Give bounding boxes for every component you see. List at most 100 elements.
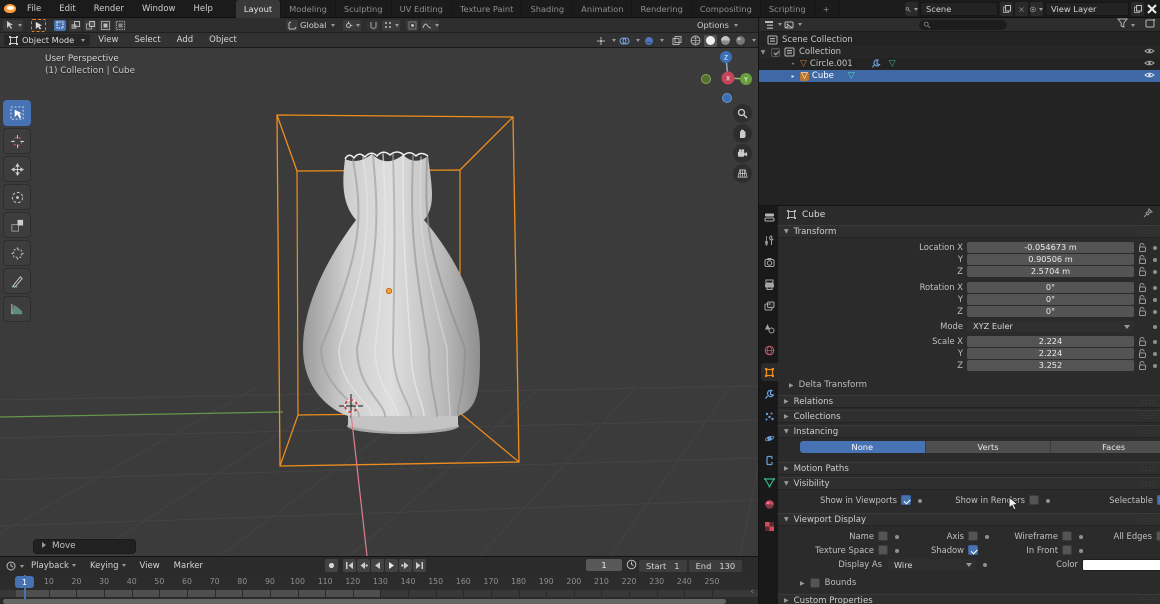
collection-checkbox[interactable] bbox=[771, 48, 780, 57]
lock-icon[interactable] bbox=[1138, 255, 1147, 265]
outliner-filter-id-icon[interactable] bbox=[782, 19, 795, 31]
play-reverse-button[interactable] bbox=[371, 559, 384, 572]
tab-render[interactable] bbox=[761, 253, 778, 271]
panel-motion-paths[interactable]: ▶Motion Paths:::: bbox=[778, 462, 1160, 475]
outliner-row-cube[interactable]: ▸ ▽ Cube ▽ bbox=[759, 70, 1160, 82]
menu-help[interactable]: Help bbox=[184, 0, 221, 18]
instancing-verts-button[interactable]: Verts bbox=[926, 441, 1052, 453]
menu-view[interactable]: View bbox=[90, 35, 126, 45]
tab-output[interactable] bbox=[761, 275, 778, 293]
window-close-icon[interactable] bbox=[1146, 3, 1158, 15]
animate-decorator[interactable] bbox=[1153, 340, 1157, 344]
snap-magnet-icon[interactable] bbox=[367, 20, 379, 31]
menu-object[interactable]: Object bbox=[201, 35, 245, 45]
overlays-caret[interactable] bbox=[636, 39, 640, 42]
lock-icon[interactable] bbox=[1138, 349, 1147, 359]
panel-delta-transform[interactable]: ▶Delta Transform bbox=[789, 380, 867, 390]
view-layer-field[interactable]: View Layer bbox=[1045, 2, 1129, 16]
pan-view-button[interactable] bbox=[733, 124, 752, 143]
play-button[interactable] bbox=[385, 559, 398, 572]
jump-to-end-button[interactable] bbox=[413, 559, 426, 572]
tab-modifiers[interactable] bbox=[761, 385, 778, 403]
outliner-search-input[interactable] bbox=[919, 20, 1007, 30]
frame-end-field[interactable]: End130 bbox=[689, 560, 743, 572]
panel-relations[interactable]: ▶Relations:::: bbox=[778, 395, 1160, 408]
breadcrumb-object-name[interactable]: Cube bbox=[802, 210, 825, 220]
xray-dropdown-icon[interactable] bbox=[642, 35, 655, 47]
lock-icon[interactable] bbox=[1138, 307, 1147, 317]
shading-wireframe-icon[interactable] bbox=[689, 35, 702, 47]
snap-target-icon[interactable] bbox=[382, 20, 400, 31]
panel-visibility[interactable]: ▼Visibility:::: bbox=[778, 477, 1160, 490]
jump-to-start-button[interactable] bbox=[343, 559, 356, 572]
tab-layout[interactable]: Layout bbox=[236, 0, 281, 18]
navigation-gizmo[interactable]: Z Y X bbox=[702, 51, 753, 103]
orientation-value[interactable]: Global bbox=[300, 20, 326, 30]
panel-instancing[interactable]: ▼Instancing:::: bbox=[778, 425, 1160, 438]
animate-decorator[interactable] bbox=[1153, 325, 1157, 329]
outliner-row-collection[interactable]: ▼ Collection bbox=[759, 46, 1160, 58]
scene-new-icon[interactable] bbox=[1000, 2, 1013, 16]
tool-transform[interactable] bbox=[3, 240, 31, 266]
tab-animation[interactable]: Animation bbox=[573, 0, 632, 18]
panel-custom-properties[interactable]: ▶Custom Properties:::: bbox=[778, 594, 1160, 604]
scene-unlink-icon[interactable]: × bbox=[1015, 2, 1028, 16]
tab-object-data[interactable] bbox=[761, 473, 778, 491]
scene-name-field[interactable]: Scene bbox=[920, 2, 998, 16]
active-tool-icon[interactable] bbox=[3, 20, 23, 31]
current-frame-badge[interactable]: 1 bbox=[15, 576, 34, 588]
tab-shading[interactable]: Shading bbox=[522, 0, 573, 18]
lock-icon[interactable] bbox=[1138, 361, 1147, 371]
eye-icon[interactable] bbox=[1144, 59, 1155, 70]
gizmos-toggle-icon[interactable] bbox=[594, 35, 607, 47]
zoom-view-button[interactable] bbox=[733, 104, 752, 123]
shading-caret[interactable] bbox=[752, 39, 756, 42]
tab-scene[interactable] bbox=[761, 319, 778, 337]
tab-object[interactable] bbox=[761, 363, 778, 381]
all-edges-checkbox[interactable] bbox=[1156, 531, 1160, 541]
gizmo-y-neg-axis[interactable] bbox=[702, 75, 711, 84]
animate-decorator[interactable] bbox=[1153, 286, 1157, 290]
options-button[interactable]: Options bbox=[695, 20, 738, 31]
frame-start-field[interactable]: Start1 bbox=[639, 560, 687, 572]
bounds-checkbox[interactable] bbox=[810, 578, 820, 588]
tool-cursor[interactable] bbox=[3, 128, 31, 154]
mode-dropdown[interactable]: Object Mode bbox=[4, 34, 90, 46]
panel-collections[interactable]: ▶Collections:::: bbox=[778, 410, 1160, 423]
instancing-faces-button[interactable]: Faces bbox=[1051, 441, 1160, 453]
next-keyframe-button[interactable] bbox=[399, 559, 412, 572]
color-swatch[interactable] bbox=[1082, 559, 1160, 571]
animate-decorator[interactable] bbox=[1153, 352, 1157, 356]
lock-icon[interactable] bbox=[1138, 243, 1147, 253]
viewport-3d[interactable]: Z Y X User Perspective (1) Collection | … bbox=[0, 48, 758, 556]
tab-view-layer[interactable] bbox=[761, 297, 778, 315]
orientation-caret[interactable] bbox=[331, 24, 335, 27]
instancing-none-button[interactable]: None bbox=[800, 441, 926, 453]
rotation-mode-dropdown[interactable]: XYZ Euler bbox=[967, 321, 1134, 332]
prev-keyframe-button[interactable] bbox=[357, 559, 370, 572]
outliner-row-scene-collection[interactable]: Scene Collection bbox=[759, 34, 1160, 46]
pivot-point-icon[interactable] bbox=[343, 20, 361, 31]
menu-keying[interactable]: Keying bbox=[83, 561, 133, 571]
proportional-editing-icon[interactable] bbox=[406, 20, 418, 31]
tool-select-box-icon[interactable] bbox=[31, 19, 46, 32]
editor-type-icon[interactable] bbox=[761, 208, 778, 226]
tab-texture[interactable] bbox=[761, 517, 778, 535]
timeline-collapse-icon[interactable]: ‹ bbox=[750, 587, 754, 597]
shading-rendered-icon[interactable] bbox=[734, 35, 747, 47]
select-mode-extend-icon[interactable] bbox=[69, 20, 81, 31]
menu-render[interactable]: Render bbox=[85, 0, 133, 18]
menu-select[interactable]: Select bbox=[126, 35, 168, 45]
tab-tool[interactable] bbox=[761, 231, 778, 249]
tab-physics[interactable] bbox=[761, 429, 778, 447]
menu-window[interactable]: Window bbox=[133, 0, 185, 18]
menu-view-timeline[interactable]: View bbox=[133, 561, 167, 571]
outliner-display-mode-icon[interactable] bbox=[762, 19, 775, 31]
blender-logo-icon[interactable] bbox=[3, 3, 18, 15]
tool-annotate[interactable] bbox=[3, 268, 31, 294]
panel-viewport-display[interactable]: ▼Viewport Display:::: bbox=[778, 513, 1160, 526]
overlays-toggle-icon[interactable] bbox=[618, 35, 631, 47]
eye-icon[interactable] bbox=[1144, 71, 1155, 82]
timeline-scrollbar[interactable] bbox=[3, 599, 726, 604]
gizmo-z-neg-axis[interactable] bbox=[723, 94, 732, 103]
